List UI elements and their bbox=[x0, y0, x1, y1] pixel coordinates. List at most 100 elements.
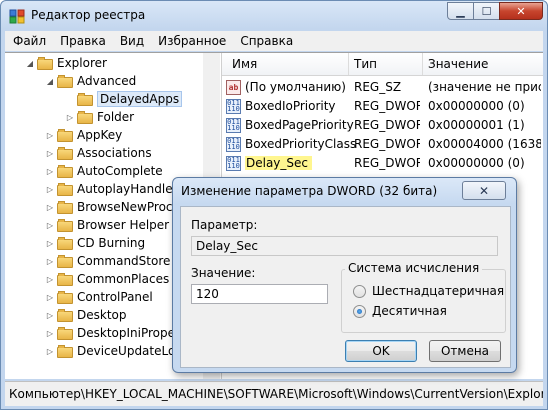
column-name-header[interactable]: Имя bbox=[232, 57, 257, 71]
menu-view[interactable]: Вид bbox=[112, 34, 150, 48]
tree-expand-icon[interactable]: ▷ bbox=[45, 275, 55, 284]
value-name: Delay_Sec bbox=[245, 156, 313, 170]
value-name: BoxedIoPriority bbox=[245, 99, 336, 113]
tree-expand-icon[interactable]: ▷ bbox=[45, 257, 55, 266]
tree-item[interactable]: ▷ CommonPlaces bbox=[45, 270, 169, 288]
menu-edit[interactable]: Правка bbox=[52, 34, 112, 48]
tree-item[interactable]: ▷ ControlPanel bbox=[45, 288, 153, 306]
folder-icon bbox=[57, 272, 73, 286]
tree-item[interactable]: ▷ CD Burning bbox=[45, 234, 145, 252]
registry-path: Компьютер\HKEY_LOCAL_MACHINE\SOFTWARE\Mi… bbox=[9, 387, 543, 401]
radio-decimal[interactable] bbox=[353, 305, 366, 318]
close-icon: ✕ bbox=[516, 4, 526, 18]
tree-item[interactable]: ▷ Associations bbox=[45, 144, 152, 162]
edit-dword-dialog: Изменение параметра DWORD (32 бита) ✕ Па… bbox=[172, 177, 517, 373]
tree-item-label: CommandStore bbox=[77, 254, 171, 268]
tree-expand-icon[interactable]: ▷ bbox=[45, 185, 55, 194]
close-button[interactable]: ✕ bbox=[499, 2, 543, 20]
folder-icon bbox=[77, 92, 93, 106]
tree-item-label: DelayedApps bbox=[97, 91, 183, 107]
dialog-body: Параметр: Delay_Sec Значение: 120 Систем… bbox=[180, 206, 511, 368]
menu-help[interactable]: Справка bbox=[232, 34, 299, 48]
tree-expand-icon[interactable]: ▷ bbox=[45, 167, 55, 176]
folder-icon bbox=[37, 56, 53, 70]
tree-item[interactable]: DelayedApps bbox=[65, 90, 183, 108]
tree-item[interactable]: ◢ Explorer bbox=[25, 54, 107, 72]
regedit-app-icon bbox=[9, 9, 25, 24]
tree-collapse-icon[interactable]: ◢ bbox=[25, 59, 35, 68]
radio-hex-label[interactable]: Шестнадцатеричная bbox=[372, 284, 504, 298]
binary-value-icon: 011 110 bbox=[226, 118, 241, 133]
list-header: Имя Тип Значение bbox=[222, 53, 543, 76]
string-value-icon: ab bbox=[226, 80, 241, 95]
folder-icon bbox=[57, 308, 73, 322]
radio-decimal-label[interactable]: Десятичная bbox=[372, 304, 447, 318]
tree-item[interactable]: ▷ AutoplayHandlers bbox=[45, 180, 184, 198]
folder-icon bbox=[57, 326, 73, 340]
tree-item[interactable]: ▷ AutoComplete bbox=[45, 162, 163, 180]
value-data: (значение не присвоено) bbox=[428, 80, 541, 94]
value-name: (По умолчанию) bbox=[245, 80, 346, 94]
binary-value-icon: 011 110 bbox=[226, 156, 241, 171]
tree-item-label: Explorer bbox=[57, 56, 107, 70]
value-row[interactable]: 011 110 BoxedPriorityClassREG_DWORD 0x0000… bbox=[222, 135, 543, 154]
tree-item[interactable]: ▷ Desktop bbox=[45, 306, 127, 324]
tree-collapse-icon[interactable]: ◢ bbox=[45, 77, 55, 86]
menu-favorites[interactable]: Избранное bbox=[150, 34, 232, 48]
tree-expand-icon[interactable]: ▷ bbox=[45, 149, 55, 158]
tree-item-label: Folder bbox=[97, 110, 135, 124]
tree-item[interactable]: ▷ Folder bbox=[65, 108, 134, 126]
value-type: REG_DWORD bbox=[354, 137, 420, 151]
tree-expand-icon[interactable]: ▷ bbox=[45, 293, 55, 302]
tree-expand-icon[interactable]: ▷ bbox=[45, 221, 55, 230]
value-row[interactable]: 011 110 Delay_Sec REG_DWORD 0x00000000 (0) bbox=[222, 154, 543, 173]
menu-file[interactable]: Файл bbox=[5, 34, 52, 48]
cancel-button[interactable]: Отмена bbox=[429, 340, 501, 362]
value-row[interactable]: ab (По умолчанию) REG_SZ (значение не присв… bbox=[222, 78, 543, 97]
value-label: Значение: bbox=[191, 266, 256, 280]
value-type: REG_DWORD bbox=[354, 118, 420, 132]
tree-expand-icon[interactable]: ▷ bbox=[45, 239, 55, 248]
value-data: 0x00004000 (16384) bbox=[428, 137, 541, 151]
value-input[interactable]: 120 bbox=[191, 284, 328, 304]
value-name: BoxedPagePriority bbox=[245, 118, 354, 132]
column-value-header[interactable]: Значение bbox=[428, 57, 488, 71]
minimize-button[interactable]: ▁ bbox=[447, 2, 474, 20]
dialog-close-button[interactable]: ✕ bbox=[462, 181, 506, 200]
folder-icon bbox=[57, 164, 73, 178]
folder-icon bbox=[57, 344, 73, 358]
tree-item[interactable]: ▷ BrowseNewProcess bbox=[45, 198, 192, 216]
ok-button[interactable]: OK bbox=[345, 340, 417, 362]
tree-item[interactable]: ◢ Advanced bbox=[45, 72, 136, 90]
tree-expand-icon[interactable]: ▷ bbox=[45, 347, 55, 356]
status-bar: Компьютер\HKEY_LOCAL_MACHINE\SOFTWARE\Mi… bbox=[5, 381, 543, 406]
tree-item-label: AutoplayHandlers bbox=[77, 182, 184, 196]
column-type-header[interactable]: Тип bbox=[354, 57, 377, 71]
dialog-title: Изменение параметра DWORD (32 бита) bbox=[181, 184, 438, 198]
folder-icon bbox=[77, 110, 93, 124]
tree-item[interactable]: ▷ CommandStore bbox=[45, 252, 170, 270]
folder-icon bbox=[57, 236, 73, 250]
title-bar[interactable]: Редактор реестра ▁ ☐ ✕ bbox=[1, 1, 547, 31]
folder-icon bbox=[57, 182, 73, 196]
tree-expand-icon[interactable]: ▷ bbox=[45, 329, 55, 338]
value-row[interactable]: 011 110 BoxedIoPriority REG_DWORD 0x0000000… bbox=[222, 97, 543, 116]
maximize-button[interactable]: ☐ bbox=[473, 2, 500, 20]
tree-expand-icon[interactable]: ▷ bbox=[45, 311, 55, 320]
value-row[interactable]: 011 110 BoxedPagePriorityREG_DWORD 0x00000… bbox=[222, 116, 543, 135]
value-data: 0x00000001 (1) bbox=[428, 118, 525, 132]
tree-expand-icon[interactable]: ▷ bbox=[45, 131, 55, 140]
minimize-icon: ▁ bbox=[456, 4, 465, 18]
tree-expand-icon[interactable]: ▷ bbox=[45, 203, 55, 212]
tree-item-label: Desktop bbox=[77, 308, 127, 322]
parameter-name-field: Delay_Sec bbox=[191, 236, 498, 256]
tree-item-label: AutoComplete bbox=[77, 164, 163, 178]
binary-value-icon: 011 110 bbox=[226, 99, 241, 114]
tree-item[interactable]: ▷ AppKey bbox=[45, 126, 122, 144]
folder-icon bbox=[57, 128, 73, 142]
folder-icon bbox=[57, 254, 73, 268]
tree-expand-icon[interactable]: ▷ bbox=[65, 113, 75, 122]
radio-hex[interactable] bbox=[353, 285, 366, 298]
folder-icon bbox=[57, 200, 73, 214]
folder-icon bbox=[57, 290, 73, 304]
